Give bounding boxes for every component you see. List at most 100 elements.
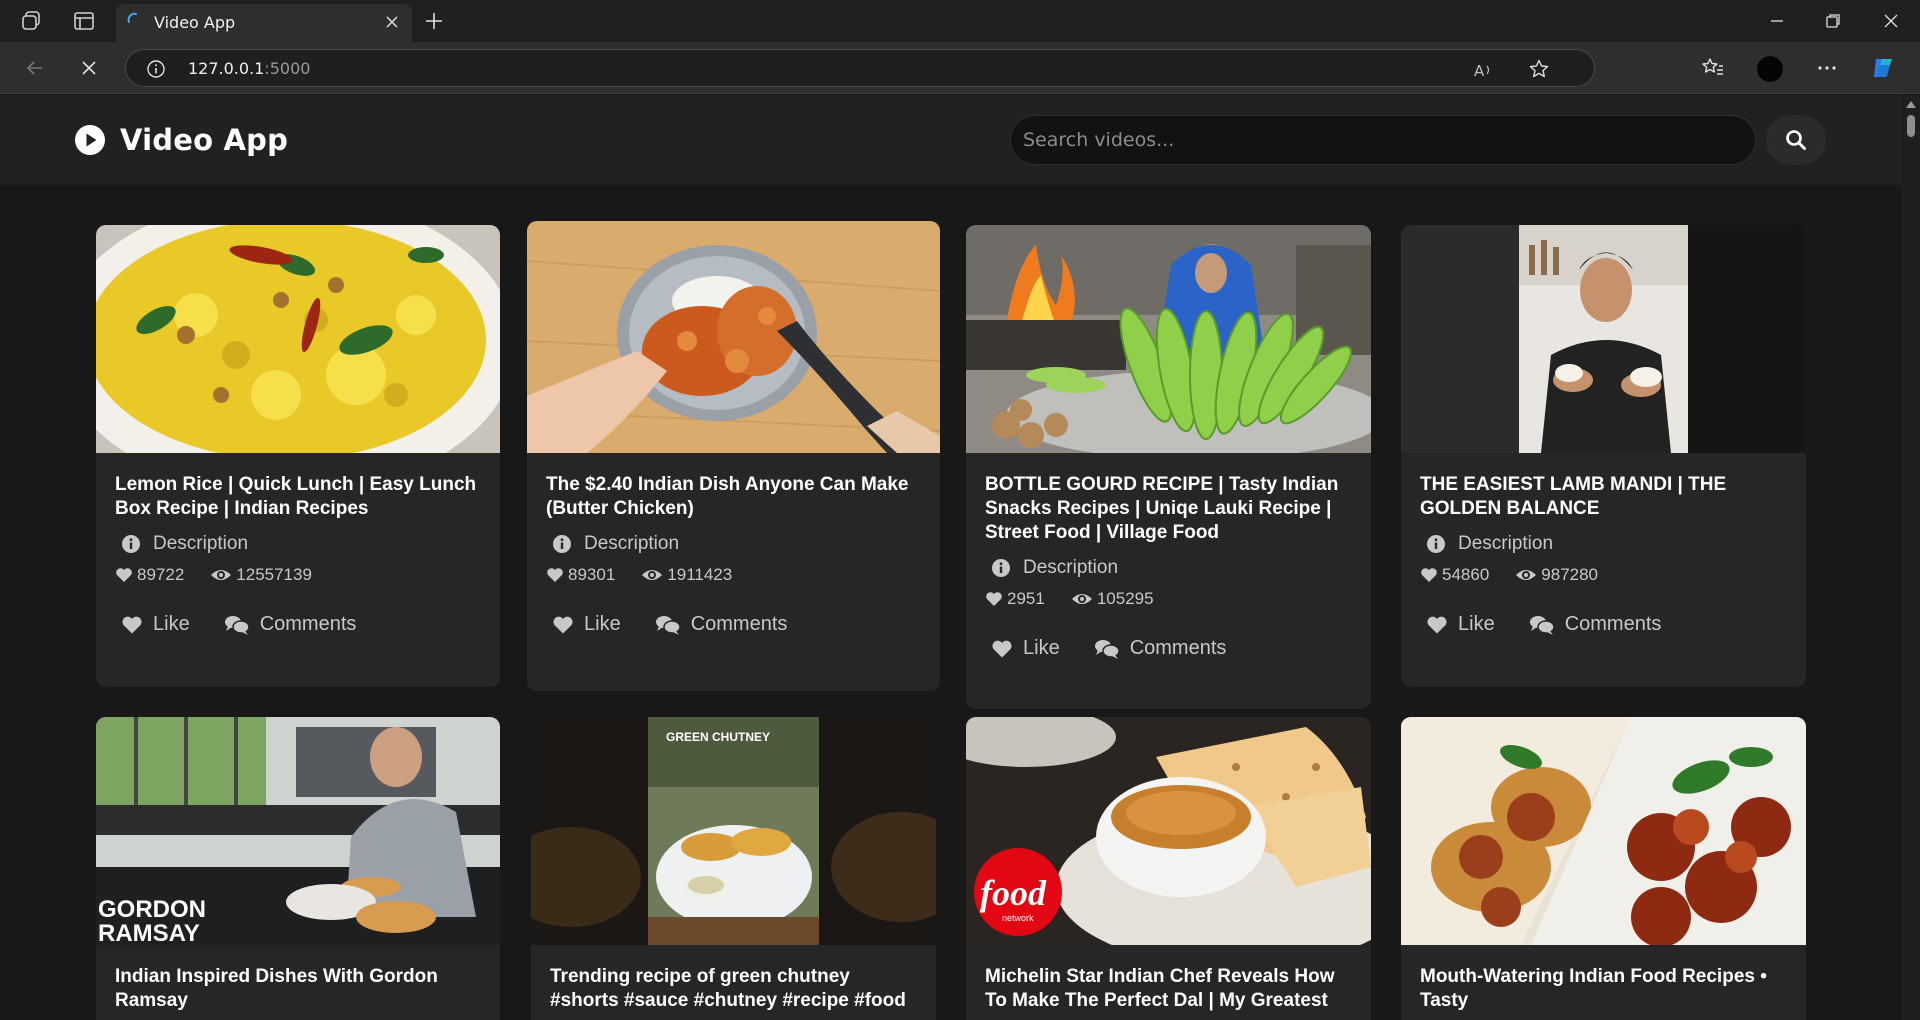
video-thumbnail[interactable]: [527, 221, 940, 453]
svg-text:RAMSAY: RAMSAY: [98, 920, 200, 945]
video-description[interactable]: Description: [121, 533, 481, 555]
search-icon: [1786, 130, 1806, 150]
video-title[interactable]: Michelin Star Indian Chef Reveals How To…: [985, 965, 1352, 1013]
like-button[interactable]: Like: [991, 637, 1060, 660]
comments-button[interactable]: Comments: [1094, 637, 1226, 660]
heart-icon: [986, 592, 1002, 606]
video-stats: 2951 105295: [985, 589, 1352, 609]
more-options-icon[interactable]: [1814, 55, 1840, 81]
video-thumbnail[interactable]: [1401, 717, 1806, 945]
loading-spinner-icon: [127, 12, 137, 23]
browser-tab-active[interactable]: Video App: [116, 4, 412, 42]
close-tab-icon[interactable]: [384, 14, 400, 30]
read-aloud-icon[interactable]: A: [1472, 59, 1494, 81]
video-card[interactable]: Mouth-Watering Indian Food Recipes • Tas…: [1401, 717, 1806, 1020]
video-actions: Like Comments: [552, 613, 921, 636]
site-info-icon[interactable]: [146, 59, 166, 79]
page-scrollbar[interactable]: [1902, 95, 1920, 1020]
like-count: 89301: [568, 565, 616, 584]
video-description[interactable]: Description: [552, 533, 921, 555]
address-bar[interactable]: 127.0.0.1:5000 A: [125, 49, 1595, 87]
video-card[interactable]: GREEN CHUTNEY Trending recipe of green c…: [531, 717, 936, 1020]
favorites-icon[interactable]: [1700, 55, 1726, 81]
workspaces-icon[interactable]: [20, 9, 44, 33]
info-icon: [992, 559, 1010, 577]
svg-text:A: A: [1474, 62, 1485, 80]
browser-tab-bar: Video App: [0, 0, 1920, 42]
comments-button[interactable]: Comments: [224, 613, 356, 636]
profile-avatar[interactable]: [1756, 55, 1784, 83]
video-actions: Like Comments: [991, 637, 1352, 660]
back-arrow-icon[interactable]: [22, 55, 48, 81]
favorite-star-icon[interactable]: [1528, 58, 1550, 80]
close-window-icon[interactable]: [1880, 10, 1902, 32]
view-count: 12557139: [236, 565, 312, 584]
scroll-up-arrow-icon[interactable]: [1906, 101, 1916, 108]
like-button[interactable]: Like: [121, 613, 190, 636]
video-title[interactable]: The $2.40 Indian Dish Anyone Can Make (B…: [546, 473, 921, 521]
url-text: 127.0.0.1:5000: [188, 59, 311, 78]
video-description[interactable]: Description: [1426, 533, 1787, 555]
comments-icon: [1094, 639, 1120, 659]
heart-icon: [1427, 616, 1447, 634]
video-thumbnail[interactable]: food network: [966, 717, 1371, 945]
heart-icon: [116, 568, 132, 582]
video-stats: 89301 1911423: [546, 565, 921, 585]
tab-actions-icon[interactable]: [72, 9, 96, 33]
comments-button[interactable]: Comments: [1529, 613, 1661, 636]
page-viewport: Video App Search videos... Lemon Rice | …: [0, 95, 1902, 1020]
video-card[interactable]: BOTTLE GOURD RECIPE | Tasty Indian Snack…: [966, 225, 1371, 709]
eye-icon: [1071, 594, 1092, 604]
video-card[interactable]: Lemon Rice | Quick Lunch | Easy Lunch Bo…: [96, 225, 500, 687]
comments-icon: [224, 615, 250, 635]
video-description[interactable]: Description: [991, 557, 1352, 579]
video-thumbnail[interactable]: [966, 225, 1371, 453]
view-count: 1911423: [667, 565, 733, 584]
comments-icon: [1529, 615, 1555, 635]
video-card[interactable]: The $2.40 Indian Dish Anyone Can Make (B…: [527, 221, 940, 691]
heart-icon: [992, 640, 1012, 658]
search-input[interactable]: [1010, 115, 1756, 165]
video-stats: 89722 12557139: [115, 565, 481, 585]
video-thumbnail[interactable]: [1401, 225, 1806, 453]
comments-icon: [655, 615, 681, 635]
minimize-icon[interactable]: [1766, 10, 1788, 32]
like-button[interactable]: Like: [552, 613, 621, 636]
view-count: 105295: [1096, 589, 1154, 608]
thumbnail-overlay-text: food: [980, 873, 1047, 913]
video-actions: Like Comments: [121, 613, 481, 636]
video-card[interactable]: THE EASIEST LAMB MANDI | THE GOLDEN BALA…: [1401, 225, 1806, 687]
svg-text:network: network: [1002, 913, 1034, 923]
comments-button[interactable]: Comments: [655, 613, 787, 636]
video-thumbnail[interactable]: [96, 225, 500, 453]
video-thumbnail[interactable]: GORDON RAMSAY: [96, 717, 500, 945]
video-card[interactable]: GORDON RAMSAY Indian Inspired Dishes Wit…: [96, 717, 500, 1020]
app-brand[interactable]: Video App: [74, 123, 288, 157]
video-thumbnail[interactable]: GREEN CHUTNEY: [531, 717, 936, 945]
video-card[interactable]: food network Michelin Star Indian Chef R…: [966, 717, 1371, 1020]
new-tab-icon[interactable]: [422, 9, 446, 33]
video-title[interactable]: Indian Inspired Dishes With Gordon Ramsa…: [115, 965, 481, 1013]
thumbnail-overlay-text: GREEN CHUTNEY: [666, 730, 770, 744]
info-icon: [122, 535, 140, 553]
video-title[interactable]: THE EASIEST LAMB MANDI | THE GOLDEN BALA…: [1420, 473, 1787, 521]
restore-icon[interactable]: [1822, 10, 1844, 32]
video-title[interactable]: Trending recipe of green chutney #shorts…: [550, 965, 917, 1013]
app-header: Video App: [0, 95, 1902, 185]
copilot-icon[interactable]: [1870, 55, 1896, 81]
stop-loading-icon[interactable]: [76, 55, 102, 81]
search-button[interactable]: [1766, 115, 1826, 165]
eye-icon: [1516, 570, 1537, 580]
video-stats: 54860 987280: [1420, 565, 1787, 585]
description-label: Description: [1023, 557, 1119, 578]
play-circle-icon: [75, 125, 105, 155]
eye-icon: [642, 570, 663, 580]
video-title[interactable]: Lemon Rice | Quick Lunch | Easy Lunch Bo…: [115, 473, 481, 521]
info-icon: [553, 535, 571, 553]
scrollbar-thumb[interactable]: [1907, 115, 1915, 137]
description-label: Description: [584, 533, 680, 554]
description-label: Description: [153, 533, 249, 554]
video-title[interactable]: Mouth-Watering Indian Food Recipes • Tas…: [1420, 965, 1787, 1013]
video-title[interactable]: BOTTLE GOURD RECIPE | Tasty Indian Snack…: [985, 473, 1352, 545]
like-button[interactable]: Like: [1426, 613, 1495, 636]
